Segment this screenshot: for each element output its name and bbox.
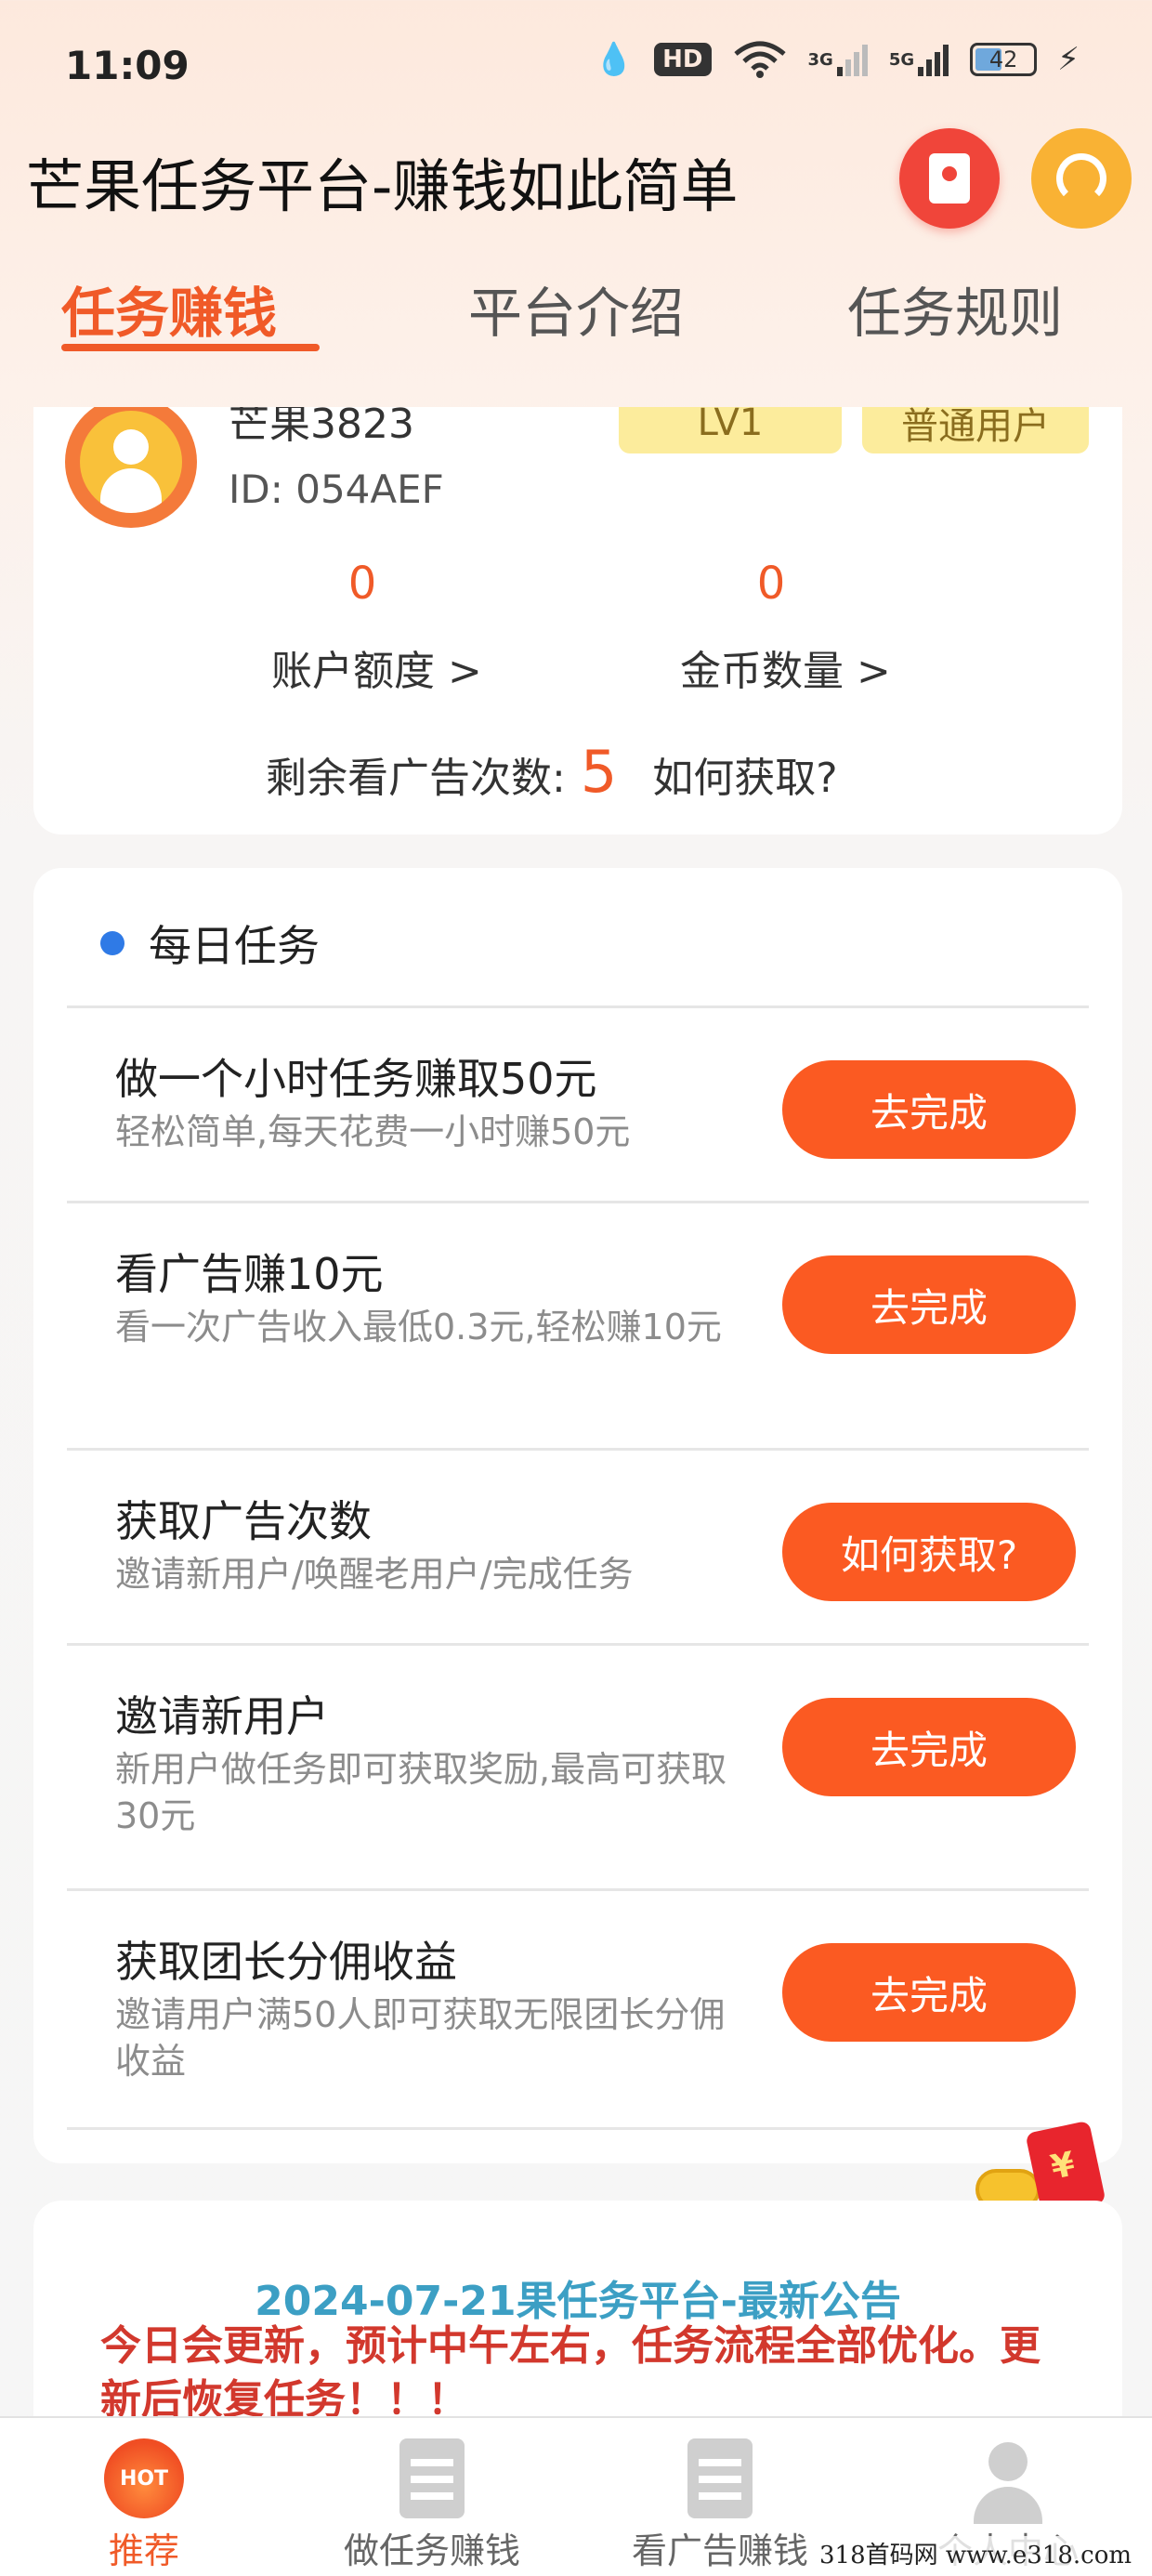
section-title: 每日任务 [149,921,320,971]
ad-remaining-row: 剩余看广告次数: 5 如何获取? [266,738,838,806]
user-id: ID: 054AEF [229,467,444,512]
task-row-hour: 做一个小时任务赚取50元 轻松简单,每天花费一小时赚50元 去完成 [67,1005,1089,1201]
task-row-ad-count: 获取广告次数 邀请新用户/唤醒老用户/完成任务 如何获取? [67,1448,1089,1643]
signal-3g-icon: 3G [808,43,869,76]
task-row-watch-ad: 看广告赚10元 看一次广告收入最低0.3元,轻松赚10元 去完成 [67,1201,1089,1448]
task-desc: 看一次广告收入最低0.3元,轻松赚10元 [115,1307,722,1347]
battery-icon: 42 [970,43,1038,76]
app-title: 芒果任务平台-赚钱如此简单 [26,152,739,220]
level-badge: LV1 [619,407,842,453]
task-complete-button[interactable]: 去完成 [782,1255,1076,1354]
task-title: 邀请新用户 [115,1691,329,1741]
task-complete-button[interactable]: 去完成 [782,1698,1076,1796]
person-icon [968,2438,1048,2524]
task-title: 看广告赚10元 [115,1249,384,1299]
announcement-title: 2024-07-21果任务平台-最新公告 [255,2278,901,2325]
task-desc: 新用户做任务即可获取奖励,最高可获取30元 [115,1749,727,1836]
daily-task-card: 每日任务 做一个小时任务赚取50元 轻松简单,每天花费一小时赚50元 去完成 看… [33,868,1122,2163]
section-header: 每日任务 [100,913,320,974]
task-desc: 轻松简单,每天花费一小时赚50元 [115,1111,631,1152]
signal-5g-icon: 5G [889,43,949,76]
nav-item-do-tasks[interactable]: 做任务赚钱 [288,2418,576,2576]
coins-link[interactable]: 金币数量 > [680,637,891,697]
section-dot-icon [100,931,124,955]
customer-service-button[interactable] [1031,128,1132,229]
signal-3g-label: 3G [807,49,833,70]
status-icons: 💧 HD 3G 5G 42 ⚡ [595,41,1080,78]
hot-icon: HOT [104,2438,184,2518]
site-watermark: 318首码网 www.e318.com [814,2536,1137,2570]
ad-remaining-count: 5 [580,738,618,806]
nav-label: 做任务赚钱 [343,2530,520,2571]
hd-icon: HD [654,43,712,76]
task-desc: 邀请用户满50人即可获取无限团长分佣收益 [115,1994,726,2082]
balance-link[interactable]: 账户额度 > [271,637,482,697]
tab-platform-intro[interactable]: 平台介绍 [468,269,684,348]
announcement-body: 今日会更新，预计中午左右，任务流程全部优化。更新后恢复任务！！！ [100,2322,1041,2424]
task-title: 获取团长分佣收益 [115,1937,457,1987]
avatar[interactable] [65,407,197,528]
red-packet-button[interactable] [899,128,1000,229]
nav-label: 推荐 [108,2530,179,2571]
ad-doc-icon [687,2438,753,2518]
task-desc: 邀请新用户/唤醒老用户/完成任务 [115,1554,634,1595]
red-envelope-icon [929,153,970,204]
task-row-invite: 邀请新用户 新用户做任务即可获取奖励,最高可获取30元 去完成 [67,1643,1089,1888]
task-title: 做一个小时任务赚取50元 [115,1054,597,1104]
user-type-badge: 普通用户 [862,407,1089,453]
balance-value: 0 [347,558,377,610]
status-bar: 11:09 💧 HD 3G 5G 42 ⚡ [0,0,1152,121]
ad-remaining-label: 剩余看广告次数: [266,755,566,802]
tab-task-earn[interactable]: 任务赚钱 [61,269,277,348]
user-name: 芒果3823 [229,407,414,448]
avatar-person-icon [80,411,182,513]
nav-item-recommend[interactable]: HOT 推荐 [0,2418,288,2576]
task-title: 获取广告次数 [115,1496,372,1546]
task-doc-icon [399,2438,465,2518]
coins-value: 0 [756,558,786,610]
how-to-get-link[interactable]: 如何获取? [652,744,837,804]
charging-icon: ⚡ [1057,41,1080,78]
wifi-icon [732,41,788,78]
signal-5g-label: 5G [888,49,915,70]
water-drop-icon: 💧 [594,41,635,78]
user-info-card: 芒果3823 ID: 054AEF LV1 普通用户 0 账户额度 > 0 金币… [33,407,1122,835]
headset-icon [1056,153,1106,204]
battery-level: 42 [988,46,1018,72]
tab-task-rules[interactable]: 任务规则 [847,269,1063,348]
active-tab-underline [61,344,320,351]
status-time: 11:09 [65,43,190,88]
how-to-get-button[interactable]: 如何获取? [782,1503,1076,1601]
task-complete-button[interactable]: 去完成 [782,1060,1076,1159]
task-complete-button[interactable]: 去完成 [782,1943,1076,2042]
task-row-team-leader: 获取团长分佣收益 邀请用户满50人即可获取无限团长分佣收益 去完成 [67,1888,1089,2130]
